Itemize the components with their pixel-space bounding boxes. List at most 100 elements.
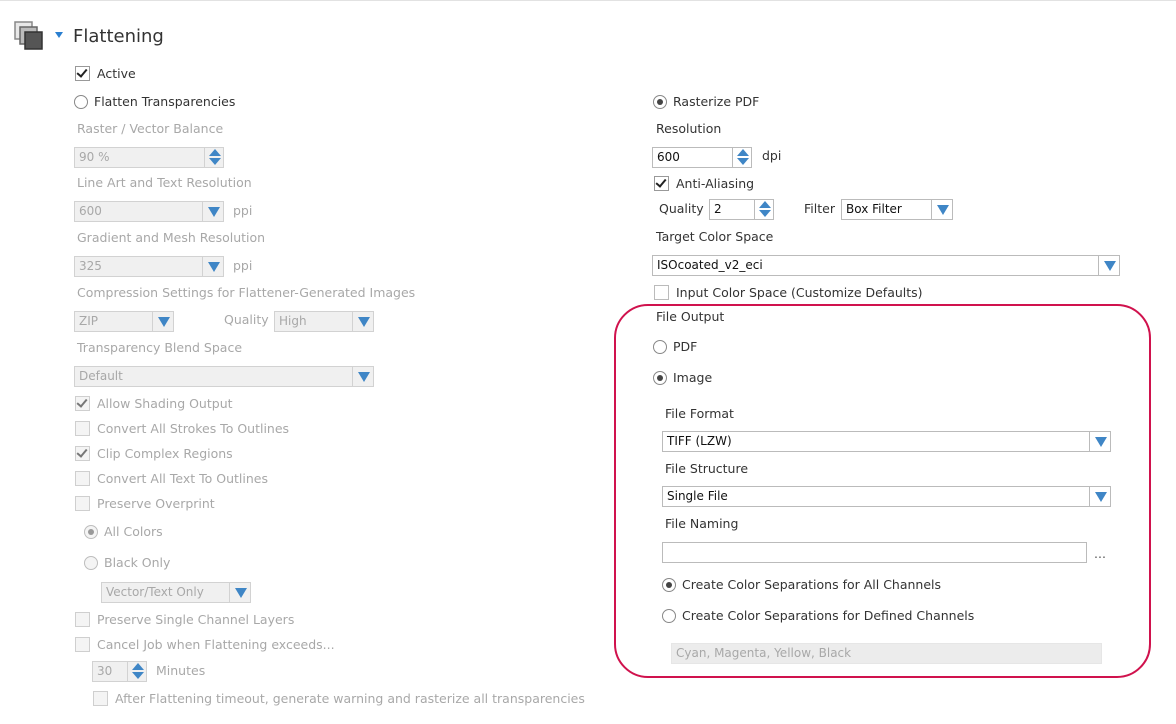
image-radio[interactable] bbox=[653, 371, 667, 385]
after-timeout-label: After Flattening timeout, generate warni… bbox=[115, 691, 585, 706]
chevron-down-icon bbox=[229, 583, 250, 602]
input-color-checkbox[interactable] bbox=[654, 285, 669, 300]
pdf-radio[interactable] bbox=[653, 340, 667, 354]
convert-strokes-checkbox[interactable] bbox=[75, 421, 90, 436]
clip-regions-checkbox[interactable] bbox=[75, 446, 90, 461]
gradient-unit: ppi bbox=[233, 258, 253, 273]
sep-defined-channels-label: Create Color Separations for Defined Cha… bbox=[682, 608, 975, 623]
preserve-overprint-label: Preserve Overprint bbox=[97, 496, 215, 511]
minutes-stepper[interactable]: 30 bbox=[92, 661, 147, 682]
aa-quality-label: Quality bbox=[659, 201, 704, 216]
convert-text-checkbox[interactable] bbox=[75, 471, 90, 486]
all-colors-label: All Colors bbox=[104, 524, 163, 539]
chevron-down-icon bbox=[202, 202, 223, 221]
preserve-overprint-checkbox[interactable] bbox=[75, 496, 90, 511]
target-color-select[interactable]: ISOcoated_v2_eci bbox=[652, 255, 1120, 276]
chevron-down-icon bbox=[931, 200, 952, 219]
rasterize-pdf-label: Rasterize PDF bbox=[673, 94, 760, 109]
layers-icon bbox=[14, 21, 44, 51]
chevron-down-icon bbox=[1098, 256, 1119, 275]
active-label: Active bbox=[97, 66, 136, 81]
compression-quality-select[interactable]: High bbox=[274, 311, 374, 332]
preserve-single-checkbox[interactable] bbox=[75, 612, 90, 627]
stepper-arrows-icon[interactable] bbox=[127, 662, 146, 681]
gradient-value: 325 bbox=[79, 259, 102, 273]
file-naming-input[interactable] bbox=[662, 542, 1087, 563]
resolution-stepper[interactable]: 600 bbox=[652, 147, 752, 168]
flatten-transparencies-label: Flatten Transparencies bbox=[94, 94, 236, 109]
lineart-unit: ppi bbox=[233, 203, 253, 218]
file-structure-select[interactable]: Single File bbox=[662, 486, 1111, 507]
file-format-label: File Format bbox=[665, 406, 734, 421]
aa-quality-stepper[interactable]: 2 bbox=[709, 199, 774, 220]
allow-shading-label: Allow Shading Output bbox=[97, 396, 233, 411]
target-color-label: Target Color Space bbox=[656, 229, 774, 244]
rasterize-pdf-radio[interactable] bbox=[653, 95, 667, 109]
cancel-job-checkbox[interactable] bbox=[75, 637, 90, 652]
compression-select[interactable]: ZIP bbox=[74, 311, 174, 332]
filter-label: Filter bbox=[804, 201, 835, 216]
stepper-arrows-icon[interactable] bbox=[754, 200, 773, 219]
gradient-select[interactable]: 325 bbox=[74, 256, 224, 277]
lineart-label: Line Art and Text Resolution bbox=[77, 175, 252, 190]
image-label: Image bbox=[673, 370, 713, 385]
allow-shading-checkbox[interactable] bbox=[75, 396, 90, 411]
minutes-value: 30 bbox=[97, 664, 113, 678]
convert-strokes-label: Convert All Strokes To Outlines bbox=[97, 421, 290, 436]
black-only-radio[interactable] bbox=[84, 556, 98, 570]
gradient-label: Gradient and Mesh Resolution bbox=[77, 230, 266, 245]
flatten-transparencies-radio[interactable] bbox=[74, 95, 88, 109]
blend-space-value: Default bbox=[79, 369, 123, 383]
browse-button[interactable]: ... bbox=[1094, 546, 1106, 562]
raster-vector-value: 90 % bbox=[79, 150, 110, 164]
top-divider bbox=[0, 0, 1176, 1]
filter-value: Box Filter bbox=[846, 202, 902, 216]
sep-defined-channels-radio[interactable] bbox=[662, 609, 676, 623]
chevron-down-icon bbox=[152, 312, 173, 331]
raster-vector-label: Raster / Vector Balance bbox=[77, 121, 224, 136]
anti-aliasing-label: Anti-Aliasing bbox=[676, 176, 755, 191]
file-structure-value: Single File bbox=[667, 489, 728, 503]
anti-aliasing-checkbox[interactable] bbox=[654, 176, 669, 191]
stepper-arrows-icon[interactable] bbox=[204, 148, 223, 167]
minutes-label: Minutes bbox=[156, 663, 206, 678]
file-format-value: TIFF (LZW) bbox=[667, 434, 732, 448]
convert-text-label: Convert All Text To Outlines bbox=[97, 471, 268, 486]
target-color-value: ISOcoated_v2_eci bbox=[657, 258, 763, 272]
stepper-arrows-icon[interactable] bbox=[732, 148, 751, 167]
channels-input[interactable]: Cyan, Magenta, Yellow, Black bbox=[671, 643, 1102, 664]
clip-regions-label: Clip Complex Regions bbox=[97, 446, 233, 461]
chevron-down-icon bbox=[352, 312, 373, 331]
section-title: Flattening bbox=[73, 26, 164, 47]
input-color-label: Input Color Space (Customize Defaults) bbox=[676, 285, 923, 300]
lineart-select[interactable]: 600 bbox=[74, 201, 224, 222]
pdf-label: PDF bbox=[673, 339, 698, 354]
resolution-unit: dpi bbox=[762, 148, 782, 163]
preserve-single-label: Preserve Single Channel Layers bbox=[97, 612, 295, 627]
file-structure-label: File Structure bbox=[665, 461, 749, 476]
after-timeout-checkbox[interactable] bbox=[93, 691, 108, 706]
file-output-label: File Output bbox=[656, 309, 725, 324]
aa-quality-value: 2 bbox=[714, 202, 722, 216]
active-checkbox[interactable] bbox=[75, 66, 90, 81]
blend-space-select[interactable]: Default bbox=[74, 366, 374, 387]
black-only-select[interactable]: Vector/Text Only bbox=[101, 582, 251, 603]
raster-vector-stepper[interactable]: 90 % bbox=[74, 147, 224, 168]
blend-space-label: Transparency Blend Space bbox=[77, 340, 243, 355]
resolution-value: 600 bbox=[657, 150, 680, 164]
sep-all-channels-radio[interactable] bbox=[662, 578, 676, 592]
file-naming-label: File Naming bbox=[665, 516, 739, 531]
compression-label: Compression Settings for Flattener-Gener… bbox=[77, 285, 416, 300]
collapse-toggle-icon[interactable] bbox=[55, 32, 63, 38]
resolution-label: Resolution bbox=[656, 121, 722, 136]
chevron-down-icon bbox=[1089, 487, 1110, 506]
file-format-select[interactable]: TIFF (LZW) bbox=[662, 431, 1111, 452]
lineart-value: 600 bbox=[79, 204, 102, 218]
filter-select[interactable]: Box Filter bbox=[841, 199, 953, 220]
compression-value: ZIP bbox=[79, 314, 98, 328]
cancel-job-label: Cancel Job when Flattening exceeds... bbox=[97, 637, 335, 652]
chevron-down-icon bbox=[1089, 432, 1110, 451]
compression-quality-label: Quality bbox=[224, 312, 269, 327]
all-colors-radio[interactable] bbox=[84, 525, 98, 539]
sep-all-channels-label: Create Color Separations for All Channel… bbox=[682, 577, 942, 592]
